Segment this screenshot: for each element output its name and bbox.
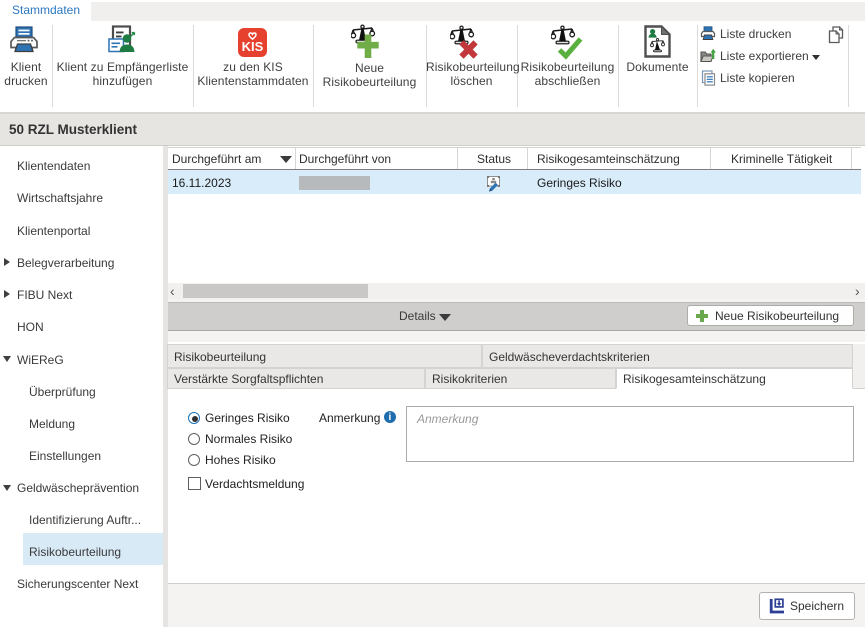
svg-text:KIS: KIS <box>242 39 264 54</box>
